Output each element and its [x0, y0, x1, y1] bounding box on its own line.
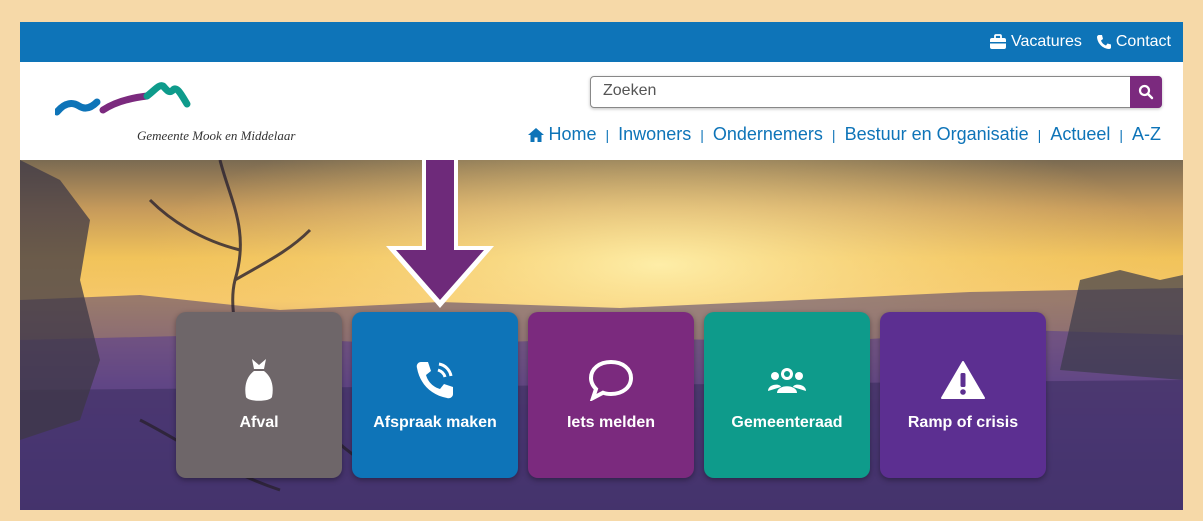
vacatures-label: Vacatures — [1011, 33, 1082, 50]
warning-icon — [940, 358, 986, 402]
tile-label-afspraak-maken: Afspraak maken — [373, 414, 497, 431]
search-button[interactable] — [1130, 76, 1162, 108]
search-box — [590, 76, 1162, 108]
tile-ramp-of-crisis[interactable]: Ramp of crisis — [880, 312, 1046, 478]
tile-label-iets-melden: Iets melden — [566, 414, 656, 431]
nav-item-az[interactable]: A-Z — [1132, 124, 1161, 145]
search-icon — [1138, 84, 1154, 100]
briefcase-icon — [990, 34, 1006, 49]
nav-label-bestuur: Bestuur en Organisatie — [844, 124, 1029, 144]
nav-label-actueel: Actueel — [1050, 124, 1111, 144]
tile-label-ramp-of-crisis: Ramp of crisis — [907, 414, 1019, 431]
tile-afval[interactable]: Afval — [176, 312, 342, 478]
quick-tiles: Afval Afspraak maken Iets melden Gemeent… — [176, 312, 1046, 478]
contact-label: Contact — [1115, 33, 1171, 50]
tile-afspraak-maken[interactable]: Afspraak maken — [352, 312, 518, 478]
council-people-icon — [767, 358, 807, 402]
nav-item-bestuur[interactable]: Bestuur en Organisatie — [845, 124, 1029, 145]
page: Vacatures Contact Gemeente Mook en Midde… — [20, 22, 1183, 510]
arrow-down-icon — [386, 160, 494, 308]
nav-label-home: Home — [548, 124, 597, 144]
contact-link[interactable]: Contact — [1096, 33, 1171, 51]
vacatures-link[interactable]: Vacatures — [989, 33, 1082, 51]
nav-item-ondernemers[interactable]: Ondernemers — [713, 124, 823, 145]
nav-separator: | — [605, 126, 610, 143]
logo-mark-icon — [55, 82, 191, 116]
nav-label-ondernemers: Ondernemers — [712, 124, 823, 144]
nav-separator: | — [831, 126, 836, 143]
speech-bubble-icon — [588, 358, 634, 402]
logo[interactable]: Gemeente Mook en Middelaar — [55, 82, 325, 149]
hero-banner: Afval Afspraak maken Iets melden Gemeent… — [20, 160, 1183, 510]
logo-text: Gemeente Mook en Middelaar — [137, 128, 296, 143]
nav-label-az: A-Z — [1132, 124, 1161, 144]
nav-separator: | — [1037, 126, 1042, 143]
phone-call-icon — [413, 358, 457, 402]
header: Gemeente Mook en Middelaar Home | Inwone… — [20, 62, 1183, 160]
tile-label-afval: Afval — [239, 414, 279, 431]
home-icon — [527, 127, 544, 142]
tile-label-gemeenteraad: Gemeenteraad — [731, 414, 843, 431]
tile-iets-melden[interactable]: Iets melden — [528, 312, 694, 478]
tile-gemeenteraad[interactable]: Gemeenteraad — [704, 312, 870, 478]
nav-label-inwoners: Inwoners — [618, 124, 692, 144]
nav-item-inwoners[interactable]: Inwoners — [618, 124, 691, 145]
phone-icon — [1096, 35, 1111, 49]
top-bar: Vacatures Contact — [20, 22, 1183, 62]
nav-separator: | — [1119, 126, 1123, 143]
nav-separator: | — [700, 126, 704, 143]
nav-item-home[interactable]: Home — [527, 124, 597, 145]
main-nav: Home | Inwoners | Ondernemers | Bestuur … — [527, 124, 1161, 145]
search-input[interactable] — [591, 77, 1135, 105]
nav-item-actueel[interactable]: Actueel — [1050, 124, 1110, 145]
top-links: Vacatures Contact — [989, 22, 1171, 62]
garbage-bag-icon — [242, 358, 276, 402]
